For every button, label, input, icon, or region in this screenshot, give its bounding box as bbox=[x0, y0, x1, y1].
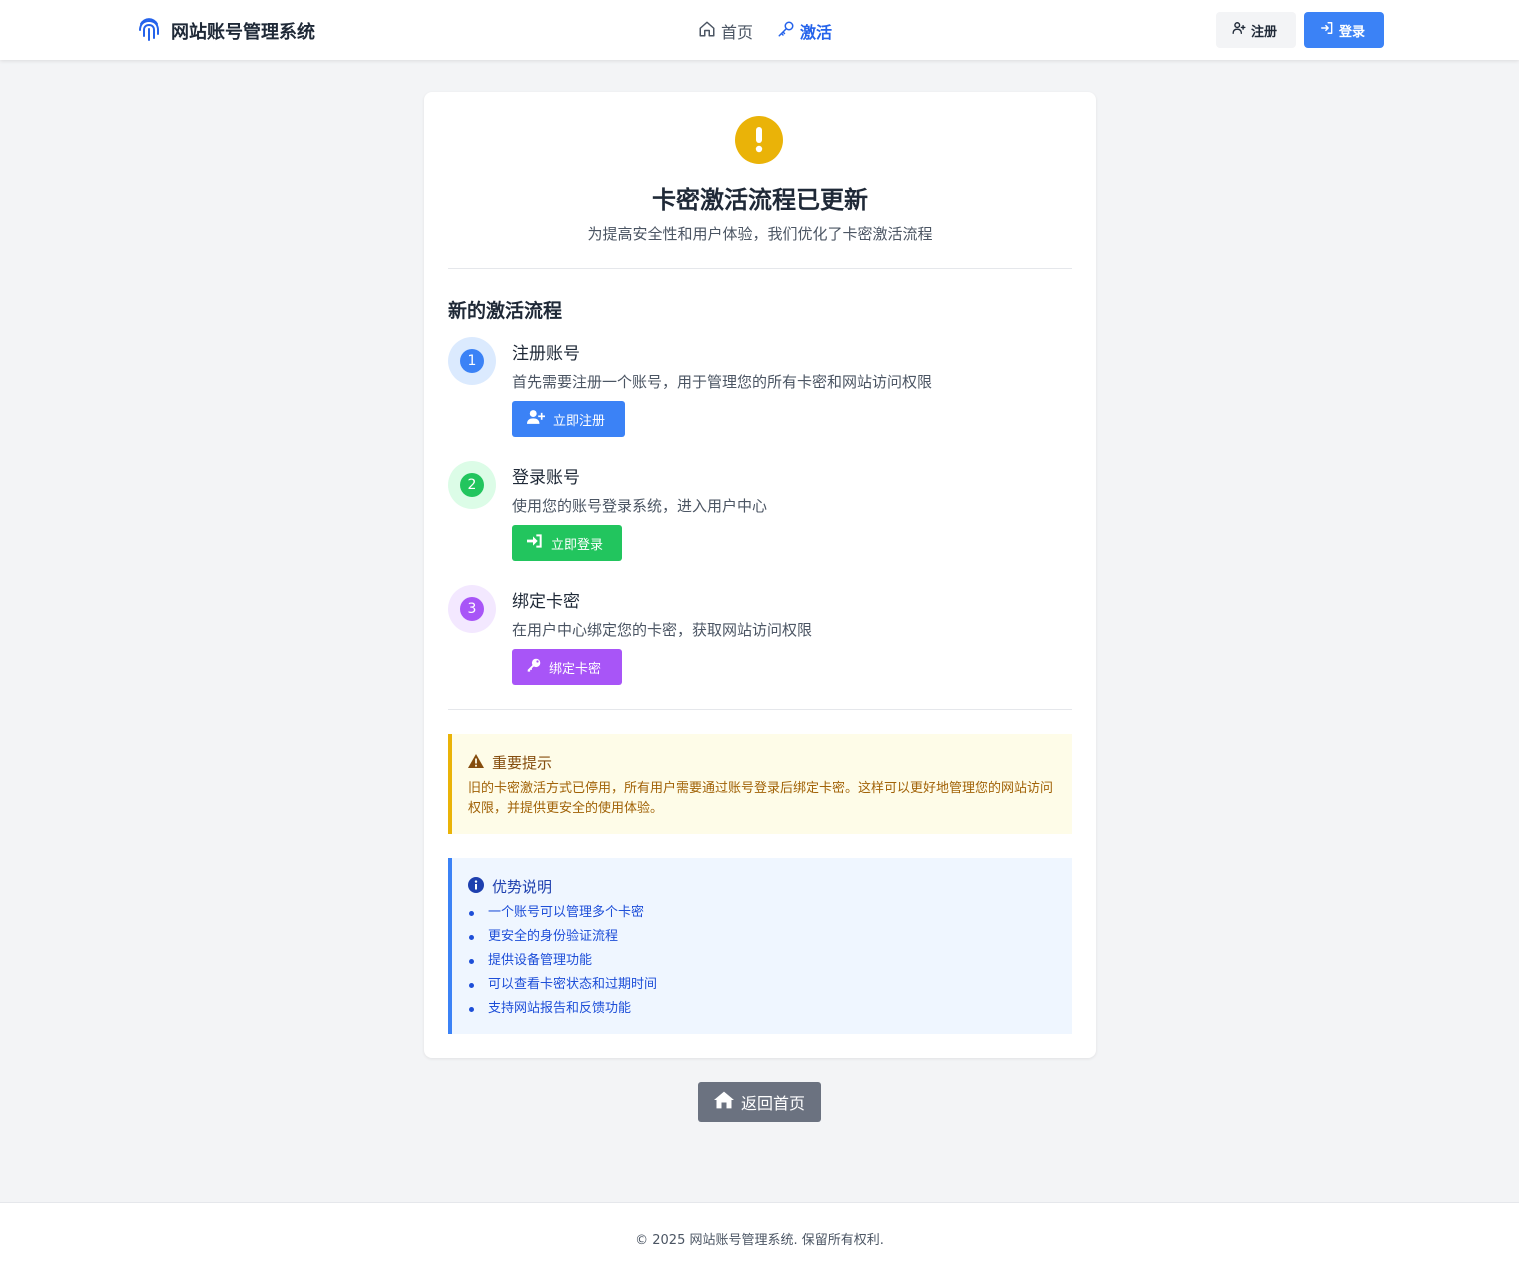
back-home-button[interactable]: 返回首页 bbox=[698, 1082, 821, 1122]
register-now-label: 立即注册 bbox=[553, 413, 606, 429]
step-description: 使用您的账号登录系统，进入用户中心 bbox=[512, 497, 768, 515]
section-title: 新的激活流程 bbox=[448, 300, 563, 322]
step-ring: 1 bbox=[448, 337, 496, 385]
step-number: 1 bbox=[460, 349, 484, 373]
brand-title: 网站账号管理系统 bbox=[171, 22, 315, 43]
copyright-text: © 2025 网站账号管理系统. 保留所有权利. bbox=[635, 1233, 884, 1248]
activation-card: 卡密激活流程已更新 为提高安全性和用户体验，我们优化了卡密激活流程 新的激活流程… bbox=[424, 92, 1096, 1058]
bind-card-button[interactable]: 绑定卡密 bbox=[512, 649, 622, 685]
important-notice: 重要提示 旧的卡密激活方式已停用，所有用户需要通过账号登录后绑定卡密。这样可以更… bbox=[448, 734, 1072, 834]
card-subtitle: 为提高安全性和用户体验，我们优化了卡密激活流程 bbox=[587, 225, 933, 243]
step-title: 绑定卡密 bbox=[512, 592, 580, 612]
step-description: 在用户中心绑定您的卡密，获取网站访问权限 bbox=[512, 621, 813, 639]
brand[interactable]: 网站账号管理系统 bbox=[137, 16, 315, 46]
home-icon bbox=[698, 20, 716, 42]
step-title: 注册账号 bbox=[512, 344, 580, 364]
exclamation-icon bbox=[735, 116, 783, 164]
advantages-list: 一个账号可以管理多个卡密 更安全的身份验证流程 提供设备管理功能 可以查看卡密状… bbox=[468, 903, 1056, 1023]
divider bbox=[448, 268, 1072, 269]
login-now-button[interactable]: 立即登录 bbox=[512, 525, 622, 561]
warning-triangle-icon bbox=[468, 753, 484, 772]
card-title: 卡密激活流程已更新 bbox=[652, 186, 868, 214]
key-icon bbox=[777, 20, 795, 42]
list-item: 更安全的身份验证流程 bbox=[468, 927, 1056, 951]
step-login: 2 登录账号 使用您的账号登录系统，进入用户中心 立即登录 bbox=[448, 461, 1072, 561]
notice-heading: 重要提示 bbox=[468, 752, 1056, 773]
info-icon bbox=[468, 876, 484, 897]
register-label: 注册 bbox=[1251, 24, 1278, 40]
nav-home[interactable]: 首页 bbox=[698, 19, 753, 43]
login-now-label: 立即登录 bbox=[551, 537, 604, 553]
key-icon bbox=[527, 658, 541, 676]
login-label: 登录 bbox=[1339, 24, 1366, 40]
register-now-button[interactable]: 立即注册 bbox=[512, 401, 625, 437]
advantages-notice: 优势说明 一个账号可以管理多个卡密 更安全的身份验证流程 提供设备管理功能 可以… bbox=[448, 858, 1072, 1034]
list-item: 一个账号可以管理多个卡密 bbox=[468, 903, 1056, 927]
step-number: 3 bbox=[460, 597, 484, 621]
step-ring: 3 bbox=[448, 585, 496, 633]
footer: © 2025 网站账号管理系统. 保留所有权利. bbox=[0, 1202, 1519, 1271]
sign-in-icon bbox=[527, 534, 543, 552]
notice-title: 重要提示 bbox=[492, 754, 553, 772]
main-nav: 首页 激活 bbox=[698, 19, 832, 43]
nav-activate[interactable]: 激活 bbox=[777, 19, 832, 43]
user-plus-icon bbox=[1232, 21, 1246, 39]
advantages-title: 优势说明 bbox=[492, 878, 553, 896]
login-icon bbox=[1320, 21, 1334, 39]
user-plus-icon bbox=[527, 410, 546, 428]
fingerprint-icon bbox=[137, 16, 161, 46]
step-bind: 3 绑定卡密 在用户中心绑定您的卡密，获取网站访问权限 绑定卡密 bbox=[448, 585, 1072, 685]
step-ring: 2 bbox=[448, 461, 496, 509]
list-item: 支持网站报告和反馈功能 bbox=[468, 999, 1056, 1023]
top-header: 网站账号管理系统 首页 激活 注册 登录 bbox=[0, 0, 1519, 60]
header-actions: 注册 登录 bbox=[1216, 12, 1384, 48]
step-title: 登录账号 bbox=[512, 468, 580, 488]
login-button[interactable]: 登录 bbox=[1304, 12, 1384, 48]
step-description: 首先需要注册一个账号，用于管理您的所有卡密和网站访问权限 bbox=[512, 373, 933, 391]
notice-text: 旧的卡密激活方式已停用，所有用户需要通过账号登录后绑定卡密。这样可以更好地管理您… bbox=[468, 781, 1054, 816]
home-icon bbox=[713, 1091, 734, 1113]
step-number: 2 bbox=[460, 473, 484, 497]
list-item: 可以查看卡密状态和过期时间 bbox=[468, 975, 1056, 999]
nav-activate-label: 激活 bbox=[800, 23, 833, 42]
bind-card-label: 绑定卡密 bbox=[549, 661, 602, 677]
nav-home-label: 首页 bbox=[721, 23, 754, 42]
advantages-heading: 优势说明 bbox=[468, 876, 1056, 897]
register-button[interactable]: 注册 bbox=[1216, 12, 1296, 48]
divider bbox=[448, 709, 1072, 710]
back-home-label: 返回首页 bbox=[740, 1094, 805, 1113]
list-item: 提供设备管理功能 bbox=[468, 951, 1056, 975]
step-register: 1 注册账号 首先需要注册一个账号，用于管理您的所有卡密和网站访问权限 立即注册 bbox=[448, 337, 1072, 437]
